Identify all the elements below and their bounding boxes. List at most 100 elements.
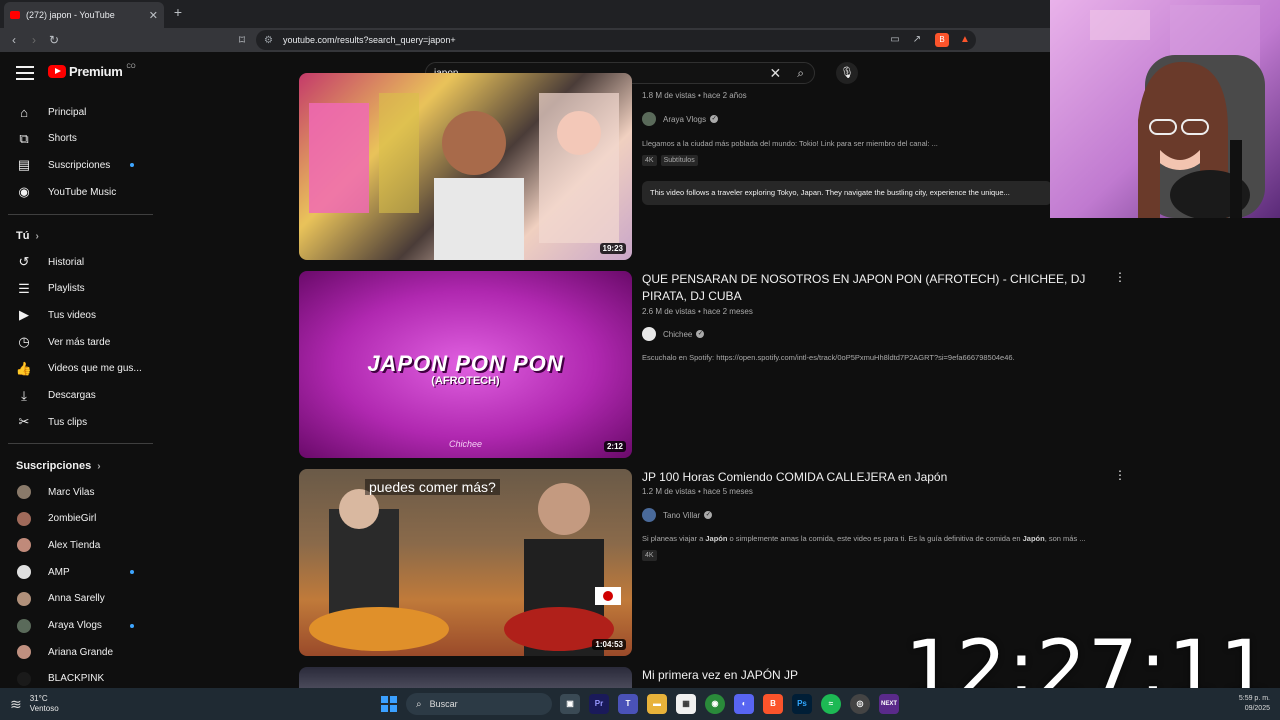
channel-avatar [17,485,31,499]
taskbar-search-label: Buscar [429,699,458,709]
sidebar-item-label: Principal [48,106,87,118]
video-description: Escuchalo en Spotify: https://open.spoti… [642,353,1015,362]
brave-shields-icon[interactable]: B [935,33,949,47]
channel-link[interactable]: Tano Villar ✓ [642,508,713,522]
sidebar-item-sub-4[interactable]: Anna Sarelly [0,586,152,612]
sidebar: Premium CO ⌂ Principal ⧉ Shorts ▤ Suscripcion… [0,52,160,692]
badge-4k: 4K [642,550,657,561]
video-thumbnail[interactable]: JAPON PON PON (AFROTECH) Chichee 2:12 [299,271,632,458]
channel-avatar [642,327,656,341]
desc-part: , son más ... [1044,534,1086,543]
system-clock[interactable]: 5:59 p. m. 09/2025 [1230,694,1270,714]
tab-title: (272) japon - YouTube [26,10,115,20]
site-settings-icon[interactable]: ⚙ [264,35,273,46]
discord-icon[interactable]: ◐ [734,694,754,714]
task-view-icon[interactable]: ▣ [560,694,580,714]
clips-icon: ✂ [18,414,30,430]
sidebar-item-0[interactable]: ↺ Historial [0,249,152,275]
badge-subtitles: Subtítulos [660,155,698,166]
brave-rewards-icon[interactable]: ▲ [958,33,972,47]
windows-start-icon[interactable] [381,696,397,712]
sidebar-item-label: 2ombieGirl [48,513,97,525]
sidebar-item-sub-0[interactable]: Marc Vilas [0,479,152,505]
brave-icon[interactable]: B [763,694,783,714]
forward-arrow-icon[interactable]: › [26,32,42,48]
thumbnail-credit: Chichee [448,439,483,449]
downloads-icon: ⤓ [21,387,27,403]
new-content-dot [130,163,134,168]
address-bar[interactable]: ⚙ youtube.com/results?search_query=japon… [256,30,976,50]
video-thumbnail[interactable]: 19:23 [299,73,632,260]
sidebar-item-2[interactable]: ▤ Suscripciones [0,152,152,178]
taskbar-search[interactable]: ⌕ Buscar [406,693,552,715]
weather-widget[interactable]: ≋ 31°C Ventoso [10,694,59,714]
country-code: CO [126,63,136,70]
video-meta: 1.2 M de vistas • hace 5 meses [642,487,753,496]
teams-icon[interactable]: T [618,694,638,714]
next-app-icon[interactable]: NEXT [879,694,899,714]
video-title[interactable]: QUE PENSARAN DE NOSOTROS EN JAPON PON (A… [642,271,1102,305]
sidebar-item-1[interactable]: ⧉ Shorts [0,126,152,152]
channel-link[interactable]: Chichee ✓ [642,327,705,341]
you-section-heading[interactable]: Tú › [16,230,39,242]
new-tab-button[interactable]: + [170,4,186,22]
photoshop-icon[interactable]: Ps [792,694,812,714]
browser-tab[interactable]: (272) japon - YouTube ✕ [4,2,164,28]
spotify-icon[interactable]: ≈ [821,694,841,714]
clear-search-icon[interactable]: ✕ [770,65,782,82]
more-options-icon[interactable]: ⋮ [1114,270,1126,284]
youtube-premium-logo[interactable]: Premium CO [48,64,136,79]
sidebar-item-sub-2[interactable]: Alex Tienda [0,532,152,558]
new-content-dot [130,570,134,575]
sidebar-item-sub-3[interactable]: AMP [0,559,152,585]
ai-summary-box[interactable]: This video follows a traveler exploring … [642,181,1052,205]
sidebar-item-5[interactable]: ⤓ Descargas [0,383,152,409]
video-title[interactable]: JP 100 Horas Comiendo COMIDA CALLEJERA e… [642,469,1102,486]
reload-icon[interactable]: ↻ [46,32,62,48]
back-arrow-icon[interactable]: ‹ [6,32,22,48]
sidebar-item-3[interactable]: ◷ Ver más tarde [0,329,152,355]
sidebar-item-label: BLACKPINK [48,673,105,685]
sidebar-item-3[interactable]: ◉ YouTube Music [0,179,152,205]
cast-icon[interactable]: ▭ [888,33,902,47]
sidebar-item-4[interactable]: 👍 Videos que me gus... [0,356,152,382]
chrome-icon[interactable]: ◉ [705,694,725,714]
thumbnail-title: JAPON PON PON [367,351,564,376]
sidebar-item-sub-5[interactable]: Araya Vlogs [0,613,152,639]
sidebar-item-1[interactable]: ☰ Playlists [0,276,152,302]
sidebar-item-label: Araya Vlogs [48,620,102,631]
channel-link[interactable]: Araya Vlogs ✓ [642,112,719,126]
more-options-icon[interactable]: ⋮ [1114,468,1126,482]
sidebar-item-6[interactable]: ✂ Tus clips [0,409,152,435]
store-icon[interactable]: ▦ [676,694,696,714]
you-heading-label: Tú [16,230,30,242]
subscriptions-section-heading[interactable]: Suscripciones › [16,460,101,472]
sidebar-divider [8,443,153,444]
channel-avatar [17,645,31,660]
sidebar-item-sub-6[interactable]: Ariana Grande [0,639,152,665]
video-badges: 4K [642,550,661,561]
bookmark-icon[interactable]: ⌑ [234,32,250,48]
video-thumbnail[interactable]: puedes comer más? 1:04:53 [299,469,632,656]
search-icon[interactable]: ⌕ [797,66,804,81]
verified-check-icon: ✓ [696,330,705,338]
desc-highlight: Japón [705,534,728,543]
sidebar-item-2[interactable]: ▶ Tus videos [0,302,152,328]
voice-search-mic-icon[interactable]: 🎙 [836,62,858,84]
sidebar-item-label: Anna Sarelly [48,593,105,605]
browser-nav-bar: ‹ › ↻ ⌑ ⚙ youtube.com/results?search_que… [0,28,1050,52]
file-explorer-icon[interactable]: ▬ [647,694,667,714]
upload-age: hace 2 meses [703,307,753,316]
sidebar-item-label: Ariana Grande [48,646,114,658]
hamburger-menu-icon[interactable] [16,66,34,80]
obs-icon[interactable]: ◎ [850,694,870,714]
tab-close-button[interactable]: ✕ [149,9,158,22]
sidebar-item-sub-1[interactable]: 2ombieGirl [0,506,152,532]
share-icon[interactable]: ↗ [910,33,924,47]
video-meta: 1.8 M de vistas • hace 2 años [642,91,747,100]
verified-check-icon: ✓ [704,511,713,519]
premiere-icon[interactable]: Pr [589,694,609,714]
video-thumbnail[interactable] [299,667,632,688]
streamer-webcam-overlay [1050,0,1280,218]
sidebar-item-0[interactable]: ⌂ Principal [0,99,152,125]
